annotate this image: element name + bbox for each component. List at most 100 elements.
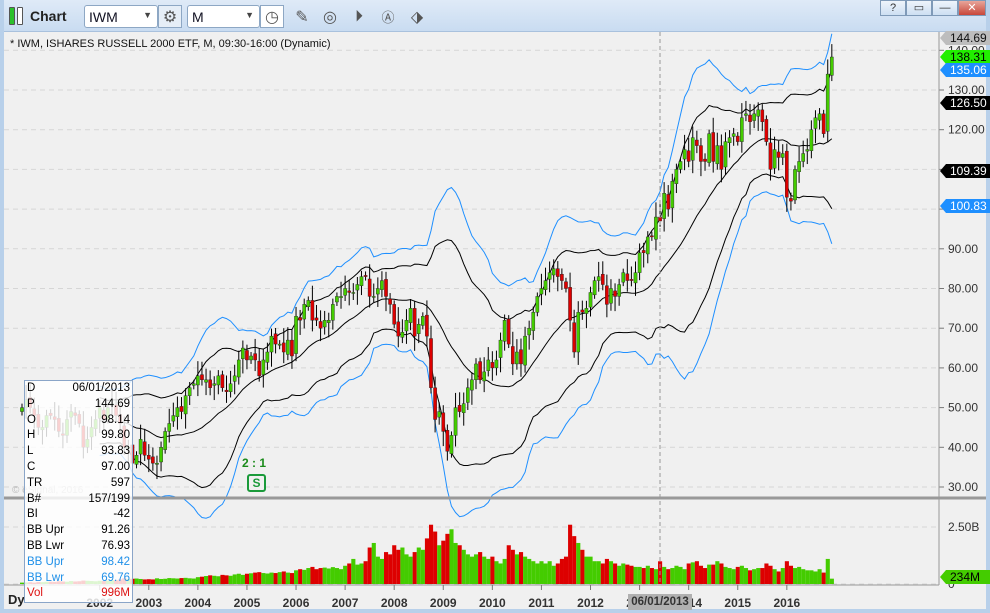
data-window-row: BI -42 (27, 507, 130, 523)
study-icon[interactable]: ◎ (318, 5, 342, 28)
candle (429, 338, 433, 388)
volume-bar (134, 578, 139, 584)
candle (474, 363, 478, 381)
volume-bar (604, 558, 609, 584)
symbol-combo[interactable]: IWM ▼ (84, 5, 158, 28)
candle (470, 379, 474, 391)
candle (388, 298, 392, 305)
volume-bar (187, 578, 192, 584)
year-label: 2005 (234, 596, 261, 610)
volume-bar (244, 573, 250, 584)
volume-bar (163, 578, 168, 584)
volume-bar (662, 566, 667, 584)
volume-bar (384, 552, 389, 584)
pencil-icon[interactable]: ✎ (290, 5, 314, 28)
candle (269, 335, 274, 353)
gear-icon[interactable]: ⚙ (158, 5, 182, 28)
candle (662, 193, 666, 219)
chevron-down-icon[interactable]: ▼ (245, 10, 254, 20)
candle (809, 129, 814, 151)
alert-icon[interactable]: Ⓐ (376, 5, 400, 28)
volume-bar (621, 563, 626, 584)
link-icon[interactable]: ⬗ (405, 5, 429, 28)
volume-tag: 234M (940, 570, 990, 584)
volume-bar (711, 564, 716, 584)
data-window-label: D (27, 382, 36, 394)
volume-bar (715, 561, 720, 584)
minimize-button[interactable]: — (932, 0, 958, 16)
interval-combo[interactable]: M ▼ (187, 5, 260, 28)
candle (457, 405, 462, 412)
signal-icon[interactable]: S (247, 474, 266, 492)
candle (699, 145, 703, 162)
volume-bar (396, 549, 401, 584)
candle (527, 328, 531, 336)
year-label: 2008 (381, 596, 408, 610)
volume-bar (265, 573, 270, 584)
year-label: 2006 (283, 596, 310, 610)
volume-bar (408, 556, 413, 584)
volume-bar (703, 568, 708, 584)
volume-bar (506, 545, 511, 584)
volume-bar (608, 561, 614, 584)
candle (551, 268, 556, 276)
chart-canvas[interactable]: 140.00130.00120.00110.00100.0090.0080.00… (4, 32, 986, 613)
price-tag: 100.83 (940, 199, 990, 213)
options-button[interactable]: ▭ (906, 0, 932, 16)
candle (592, 280, 597, 296)
candle (821, 113, 826, 134)
candle (437, 411, 441, 418)
help-button[interactable]: ? (880, 0, 906, 16)
volume-bar (547, 561, 552, 584)
candle (286, 339, 290, 355)
candle (151, 456, 155, 464)
clock-icon[interactable]: ◷ (260, 5, 284, 28)
candle (776, 151, 781, 158)
volume-bar (523, 556, 528, 584)
volume-bar (269, 572, 274, 584)
data-window-row: BB Lwr 69.76 (27, 571, 130, 587)
corner-label: Dy (8, 592, 25, 607)
volume-bar (142, 579, 147, 584)
candle (744, 113, 748, 116)
candle (482, 371, 486, 382)
year-label: 2009 (430, 596, 457, 610)
candle (175, 407, 180, 417)
volume-bar (318, 568, 323, 584)
candle (498, 339, 503, 358)
play-icon[interactable]: ⏵ (347, 5, 371, 28)
candle (265, 351, 270, 363)
volume-bar (637, 566, 642, 584)
volume-bar (461, 549, 466, 584)
candle (138, 439, 143, 455)
volume-bar (322, 567, 327, 584)
close-button[interactable]: ✕ (958, 0, 986, 16)
candle (609, 288, 613, 304)
volume-bar (371, 542, 376, 584)
candle (511, 346, 515, 365)
chevron-down-icon[interactable]: ▼ (143, 10, 152, 20)
candle (294, 316, 298, 354)
data-window-label: H (27, 429, 36, 442)
price-tag: 135.06 (940, 63, 990, 77)
candle (318, 321, 323, 329)
volume-bar (539, 561, 544, 584)
candle (486, 359, 491, 371)
cursor-date-label: 06/01/2013 (628, 594, 692, 610)
price-tick-label: 40.00 (948, 440, 978, 454)
candle (408, 308, 413, 323)
data-window-row: B# 157/199 (27, 492, 130, 508)
candle (171, 415, 176, 422)
data-window-row: Vol 996M (27, 586, 130, 602)
volume-bar (359, 563, 364, 584)
volume-bar (367, 547, 372, 584)
candle (756, 109, 760, 117)
candle (797, 161, 801, 172)
volume-bar (653, 569, 659, 584)
price-tick-label: 60.00 (948, 361, 978, 375)
volume-bar (298, 569, 303, 584)
year-label: 2003 (135, 596, 162, 610)
candle (506, 318, 511, 345)
data-window-label: L (27, 445, 34, 458)
candle (613, 290, 617, 297)
